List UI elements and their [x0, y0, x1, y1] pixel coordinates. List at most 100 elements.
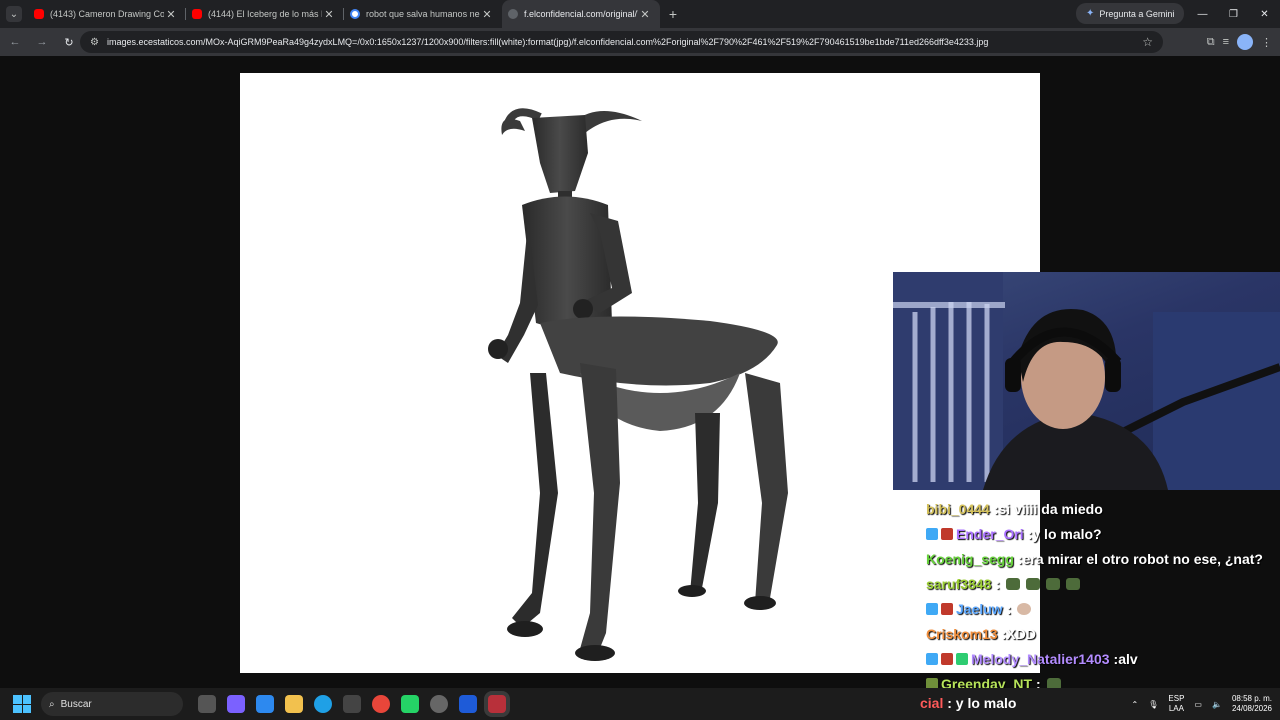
site-info-icon[interactable]: ⚙ — [90, 37, 99, 48]
window-controls: — ❐ ✕ — [1187, 0, 1280, 28]
new-tab-button[interactable]: + — [662, 6, 684, 22]
chrome-icon[interactable] — [372, 695, 390, 713]
chat-message: Greenday_NT: — [926, 671, 1276, 688]
chat-username: Ender_Ori — [956, 525, 1024, 542]
chat-overflow-message: cial : y lo malo — [920, 695, 1016, 711]
toolbar-actions: ⧉ ≡ ⋮ — [1207, 30, 1272, 54]
chat-message: Ender_Ori: y lo malo? — [926, 521, 1276, 546]
chat-message: Koenig_segg: era mirar el otro robot no … — [926, 550, 1263, 567]
chevron-down-icon: ⌄ — [6, 6, 22, 22]
copilot-icon[interactable] — [227, 695, 245, 713]
edge-icon[interactable] — [314, 695, 332, 713]
screen: ⌄ (4143) Cameron Drawing Code ✕ (4144) E… — [0, 0, 1280, 720]
tab-3[interactable]: robot que salva humanos negr ✕ — [344, 0, 502, 28]
obs-icon[interactable] — [430, 695, 448, 713]
emote-icon — [1066, 577, 1081, 590]
clock-date: 24/08/2026 — [1231, 704, 1272, 713]
reload-icon[interactable]: ↻ — [57, 30, 81, 54]
tab-strip: ⌄ (4143) Cameron Drawing Code ✕ (4144) E… — [0, 0, 1280, 28]
badge-icon — [926, 652, 938, 665]
chat-text: : y lo malo — [947, 695, 1017, 711]
chat-username: Greenday_NT — [941, 675, 1033, 689]
badge-icon — [926, 677, 938, 688]
address-url: images.ecestaticos.com/MOx-AqiGRM9PeaRa4… — [106, 37, 989, 47]
taskbar-apps — [198, 695, 506, 713]
windows-taskbar: ⌕ Buscar ⌃ 🎙 ESP LAA ▭ 🔈 08:58 p. m. 24/… — [0, 688, 1280, 720]
tab-2[interactable]: (4144) El Iceberg de lo más Per ✕ — [186, 0, 344, 28]
tab-title: (4143) Cameron Drawing Code — [50, 9, 164, 19]
badge-icon — [926, 602, 938, 615]
menu-icon[interactable]: ⋮ — [1261, 36, 1272, 49]
close-icon[interactable]: ✕ — [480, 8, 494, 21]
store-icon[interactable] — [256, 695, 274, 713]
media-icon[interactable]: ≡ — [1223, 36, 1229, 48]
taskbar-search-label: Buscar — [60, 698, 92, 710]
chat-username: Koenig_segg — [926, 550, 1014, 567]
gemini-icon: ✦ — [1086, 8, 1095, 19]
taskbar-search[interactable]: ⌕ Buscar — [41, 692, 183, 716]
badge-icon — [956, 652, 968, 665]
badge-icon — [941, 602, 953, 615]
webcam-feed — [893, 272, 1280, 490]
clock[interactable]: 08:58 p. m. 24/08/2026 — [1232, 694, 1272, 714]
chat-username-fragment: cial — [920, 695, 944, 711]
bookmark-star-icon[interactable]: ☆ — [1142, 35, 1153, 49]
tab-4-active[interactable]: f.elconfidencial.com/original/79 ✕ — [502, 0, 660, 28]
active-app-icon[interactable] — [488, 695, 506, 713]
windows-start-icon[interactable] — [13, 695, 31, 713]
volume-icon[interactable]: 🔈 — [1212, 700, 1222, 709]
app-icon[interactable] — [459, 695, 477, 713]
tab-title: robot que salva humanos negr — [366, 9, 480, 19]
chat-message: Melody_Natalier1403: alv — [926, 646, 1276, 671]
profile-avatar[interactable] — [1237, 34, 1253, 50]
display-icon[interactable]: ▭ — [1194, 700, 1202, 709]
kick-icon[interactable] — [401, 695, 419, 713]
emote-icon — [1017, 602, 1032, 615]
extensions-icon[interactable]: ⧉ — [1207, 36, 1215, 49]
tab-1[interactable]: (4143) Cameron Drawing Code ✕ — [28, 0, 186, 28]
microphone-icon[interactable]: 🎙 — [1148, 700, 1158, 709]
emote-icon — [1026, 577, 1041, 590]
chat-text: alv — [1118, 650, 1138, 667]
tab-search-button[interactable]: ⌄ — [0, 0, 28, 28]
minimize-icon[interactable]: — — [1187, 0, 1218, 28]
chat-message: Criskom13: XDD — [926, 625, 1036, 642]
page-viewport: bibi_0444: si viiii da miedo Ender_Ori: … — [0, 56, 1280, 688]
lang-layout: LAA — [1168, 704, 1184, 713]
google-icon — [350, 9, 360, 19]
lang-code: ESP — [1168, 694, 1185, 703]
chat-text: si viiii da miedo — [998, 500, 1103, 517]
chat-text: era mirar el otro robot no ese, ¿nat? — [1022, 550, 1263, 567]
chat-username: Jaeluw — [956, 600, 1003, 617]
search-icon: ⌕ — [49, 698, 55, 710]
tab-title: (4144) El Iceberg de lo más Per — [208, 9, 322, 19]
system-tray: ⌃ 🎙 ESP LAA ▭ 🔈 08:58 p. m. 24/08/2026 — [1132, 688, 1272, 720]
emote-icon — [1046, 677, 1061, 688]
address-bar[interactable]: ⚙ images.ecestaticos.com/MOx-AqiGRM9PeaR… — [80, 31, 1163, 53]
streamer-webcam — [893, 272, 1280, 490]
language-indicator[interactable]: ESP LAA — [1168, 694, 1184, 714]
close-window-icon[interactable]: ✕ — [1249, 0, 1280, 28]
chat-username: saruf3848 — [926, 575, 992, 592]
youtube-icon — [192, 9, 202, 19]
restore-icon[interactable]: ❐ — [1218, 0, 1249, 28]
chat-username: bibi_0444 — [926, 500, 990, 517]
gemini-label: Pregunta a Gemini — [1099, 8, 1175, 19]
close-icon[interactable]: ✕ — [164, 8, 178, 21]
web-icon — [508, 9, 518, 19]
close-icon[interactable]: ✕ — [638, 8, 652, 21]
close-icon[interactable]: ✕ — [322, 8, 336, 21]
gemini-button[interactable]: ✦ Pregunta a Gemini — [1076, 3, 1185, 24]
chevron-up-icon[interactable]: ⌃ — [1132, 700, 1139, 709]
task-view-icon[interactable] — [198, 695, 216, 713]
badge-icon — [941, 527, 953, 540]
emote-icon — [1006, 577, 1021, 590]
badge-icon — [941, 652, 953, 665]
chat-username: Melody_Natalier1403 — [971, 650, 1110, 667]
back-icon[interactable]: ← — [3, 30, 27, 54]
youtube-icon — [34, 9, 44, 19]
forward-icon[interactable]: → — [30, 30, 54, 54]
file-explorer-icon[interactable] — [285, 695, 303, 713]
terminal-icon[interactable] — [343, 695, 361, 713]
clock-time: 08:58 p. m. — [1231, 694, 1272, 703]
